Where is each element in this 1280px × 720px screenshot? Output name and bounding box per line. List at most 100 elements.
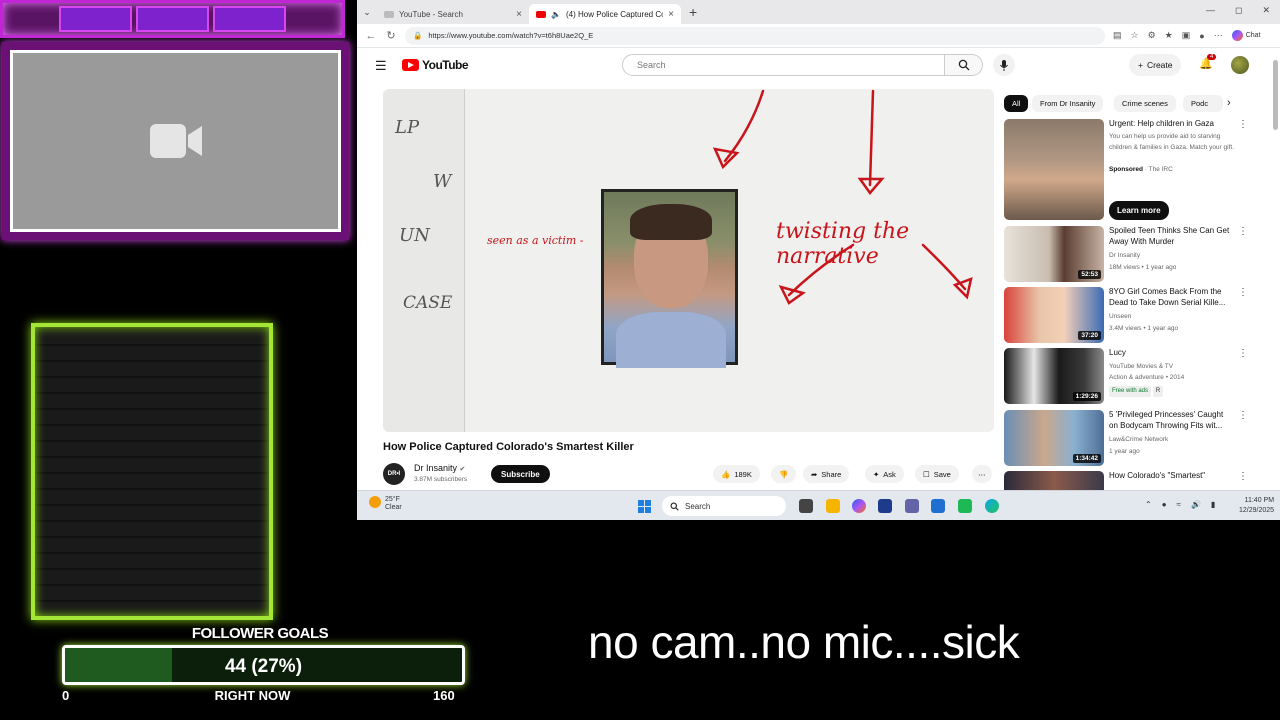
edge-icon[interactable]: [985, 499, 999, 513]
teams-icon[interactable]: [905, 499, 919, 513]
taskbar-search[interactable]: Search: [662, 496, 786, 516]
more-menu-icon[interactable]: ⋯: [1214, 30, 1223, 41]
thumbnail[interactable]: 1:29:26: [1004, 348, 1104, 404]
site-info-icon[interactable]: 🔒: [413, 31, 422, 40]
reader-icon[interactable]: ▤: [1113, 30, 1122, 41]
chip-podcasts[interactable]: Podc: [1183, 95, 1223, 112]
share-icon: ➦: [811, 469, 818, 479]
new-tab-button[interactable]: +: [689, 4, 697, 20]
verified-icon: ✔: [459, 466, 466, 473]
ask-label: Ask: [883, 469, 896, 479]
windows-logo-pane: [638, 507, 644, 513]
rec-desc: You can help us provide aid to starving …: [1109, 133, 1234, 151]
start-button[interactable]: [638, 500, 651, 513]
mail-icon[interactable]: [931, 499, 945, 513]
learn-more-button[interactable]: Learn more: [1109, 201, 1169, 220]
volume-icon[interactable]: 🔊: [1191, 500, 1201, 509]
chat-label: Chat: [1245, 32, 1261, 39]
task-view-icon[interactable]: [799, 499, 813, 513]
subscribe-button[interactable]: Subscribe: [491, 465, 550, 483]
video-paper-strip: [383, 89, 465, 432]
thumbnail[interactable]: [1004, 471, 1104, 490]
video-player[interactable]: LP W UN CASE seen as a victim - twisting…: [383, 89, 994, 432]
share-button[interactable]: ➦ Share: [803, 465, 850, 483]
chip-from-channel[interactable]: From Dr Insanity: [1032, 95, 1104, 112]
favorite-star-icon[interactable]: ☆: [1131, 30, 1139, 41]
tab-actions-icon[interactable]: ⌄: [357, 7, 377, 18]
list-item[interactable]: 1:29:26 Lucy YouTube Movies & TV Action …: [1004, 348, 1264, 405]
thumbnail[interactable]: 52:53: [1004, 226, 1104, 282]
avatar[interactable]: [1231, 56, 1249, 74]
list-item[interactable]: 52:53 Spoiled Teen Thinks She Can Get Aw…: [1004, 226, 1264, 283]
microphone-tray-icon[interactable]: ●: [1162, 500, 1167, 509]
system-clock[interactable]: 11:40 PM 12/29/2025: [1239, 496, 1274, 516]
more-vertical-icon[interactable]: ⋮: [1238, 287, 1248, 298]
chip-all[interactable]: All: [1004, 95, 1029, 112]
refresh-icon[interactable]: ↻: [385, 29, 397, 42]
profile-icon[interactable]: ●: [1199, 31, 1204, 41]
speaker-icon[interactable]: 🔈: [551, 10, 561, 19]
duration-badge: 1:34:42: [1072, 454, 1101, 463]
list-item[interactable]: How Colorado's "Smartest" ⋮: [1004, 471, 1264, 490]
chevron-right-icon[interactable]: ›: [1227, 97, 1231, 109]
search-input[interactable]: Search: [622, 54, 945, 76]
url-text: https://www.youtube.com/watch?v=t6h8Uae2…: [428, 31, 594, 40]
more-vertical-icon[interactable]: ⋮: [1238, 119, 1248, 130]
dislike-button[interactable]: 👎: [771, 465, 797, 483]
back-icon[interactable]: ←: [365, 30, 377, 42]
channel-name[interactable]: Dr Insanity ✔: [414, 463, 465, 473]
follower-goals-max: 160: [433, 688, 455, 703]
like-button[interactable]: 👍 189K: [713, 465, 760, 483]
tab-youtube-search[interactable]: YouTube - Search ×: [377, 4, 529, 24]
ask-button[interactable]: ✦ Ask: [865, 465, 904, 483]
voice-search-button[interactable]: [993, 54, 1015, 76]
rec-channel: YouTube Movies & TV: [1109, 363, 1174, 370]
page-scrollbar[interactable]: [1273, 60, 1278, 130]
thumbnail[interactable]: 1:34:42: [1004, 410, 1104, 466]
maximize-icon[interactable]: ◻: [1235, 5, 1242, 16]
thumbnail[interactable]: 37:20: [1004, 287, 1104, 343]
channel-avatar[interactable]: DR•I: [383, 463, 405, 485]
save-button[interactable]: ☐ Save: [915, 465, 959, 483]
extensions-icon[interactable]: ⚙: [1148, 30, 1156, 41]
chevron-up-icon[interactable]: ⌃: [1145, 500, 1152, 509]
create-label: Create: [1146, 60, 1173, 70]
rec-channel: Unseen: [1109, 313, 1132, 320]
rec-title: 8YO Girl Comes Back From the Dead to Tak…: [1109, 287, 1226, 307]
streaming-app-icon[interactable]: [958, 499, 972, 513]
search-button[interactable]: [945, 54, 983, 76]
thumbs-up-icon: 👍: [721, 469, 731, 479]
more-actions-button[interactable]: ⋯: [972, 465, 992, 483]
copilot-chat-button[interactable]: Chat: [1231, 30, 1261, 41]
follower-goals-min: 0: [62, 688, 70, 703]
more-vertical-icon[interactable]: ⋮: [1238, 226, 1248, 237]
wifi-icon[interactable]: ≈: [1177, 500, 1181, 509]
more-vertical-icon[interactable]: ⋮: [1238, 471, 1248, 482]
tab-video[interactable]: 🔈 (4) How Police Captured Colo ×: [529, 4, 681, 24]
file-explorer-icon[interactable]: [826, 499, 840, 513]
pen-app-icon[interactable]: [878, 499, 892, 513]
list-item[interactable]: 1:34:42 5 'Privileged Princesses' Caught…: [1004, 410, 1264, 467]
rec-meta: 18M views • 1 year ago: [1109, 264, 1177, 271]
system-tray: ⌃ ● ≈ 🔊 ▮: [1145, 500, 1215, 509]
weather-widget[interactable]: 25°F Clear: [369, 496, 402, 512]
video-title: How Police Captured Colorado's Smartest …: [383, 441, 634, 453]
create-button[interactable]: + Create: [1129, 54, 1182, 76]
copilot-app-icon[interactable]: [852, 499, 866, 513]
more-vertical-icon[interactable]: ⋮: [1238, 410, 1248, 421]
favorites-icon[interactable]: ★: [1165, 30, 1173, 41]
list-item[interactable]: Urgent: Help children in Gaza You can he…: [1004, 119, 1264, 221]
list-item[interactable]: 37:20 8YO Girl Comes Back From the Dead …: [1004, 287, 1264, 344]
close-tab-icon[interactable]: ×: [516, 9, 522, 20]
collections-icon[interactable]: ▣: [1182, 30, 1191, 41]
url-field[interactable]: 🔒 https://www.youtube.com/watch?v=t6h8Ua…: [405, 26, 1105, 45]
menu-icon[interactable]: ☰: [375, 58, 387, 74]
close-window-icon[interactable]: ✕: [1262, 5, 1270, 16]
chip-crime-scenes[interactable]: Crime scenes: [1114, 95, 1176, 112]
battery-icon[interactable]: ▮: [1211, 500, 1215, 509]
close-tab-icon[interactable]: ×: [668, 9, 674, 20]
minimize-icon[interactable]: —: [1206, 5, 1215, 16]
more-vertical-icon[interactable]: ⋮: [1238, 348, 1248, 359]
youtube-logo[interactable]: YouTube: [402, 58, 469, 72]
thumbnail[interactable]: [1004, 119, 1104, 220]
